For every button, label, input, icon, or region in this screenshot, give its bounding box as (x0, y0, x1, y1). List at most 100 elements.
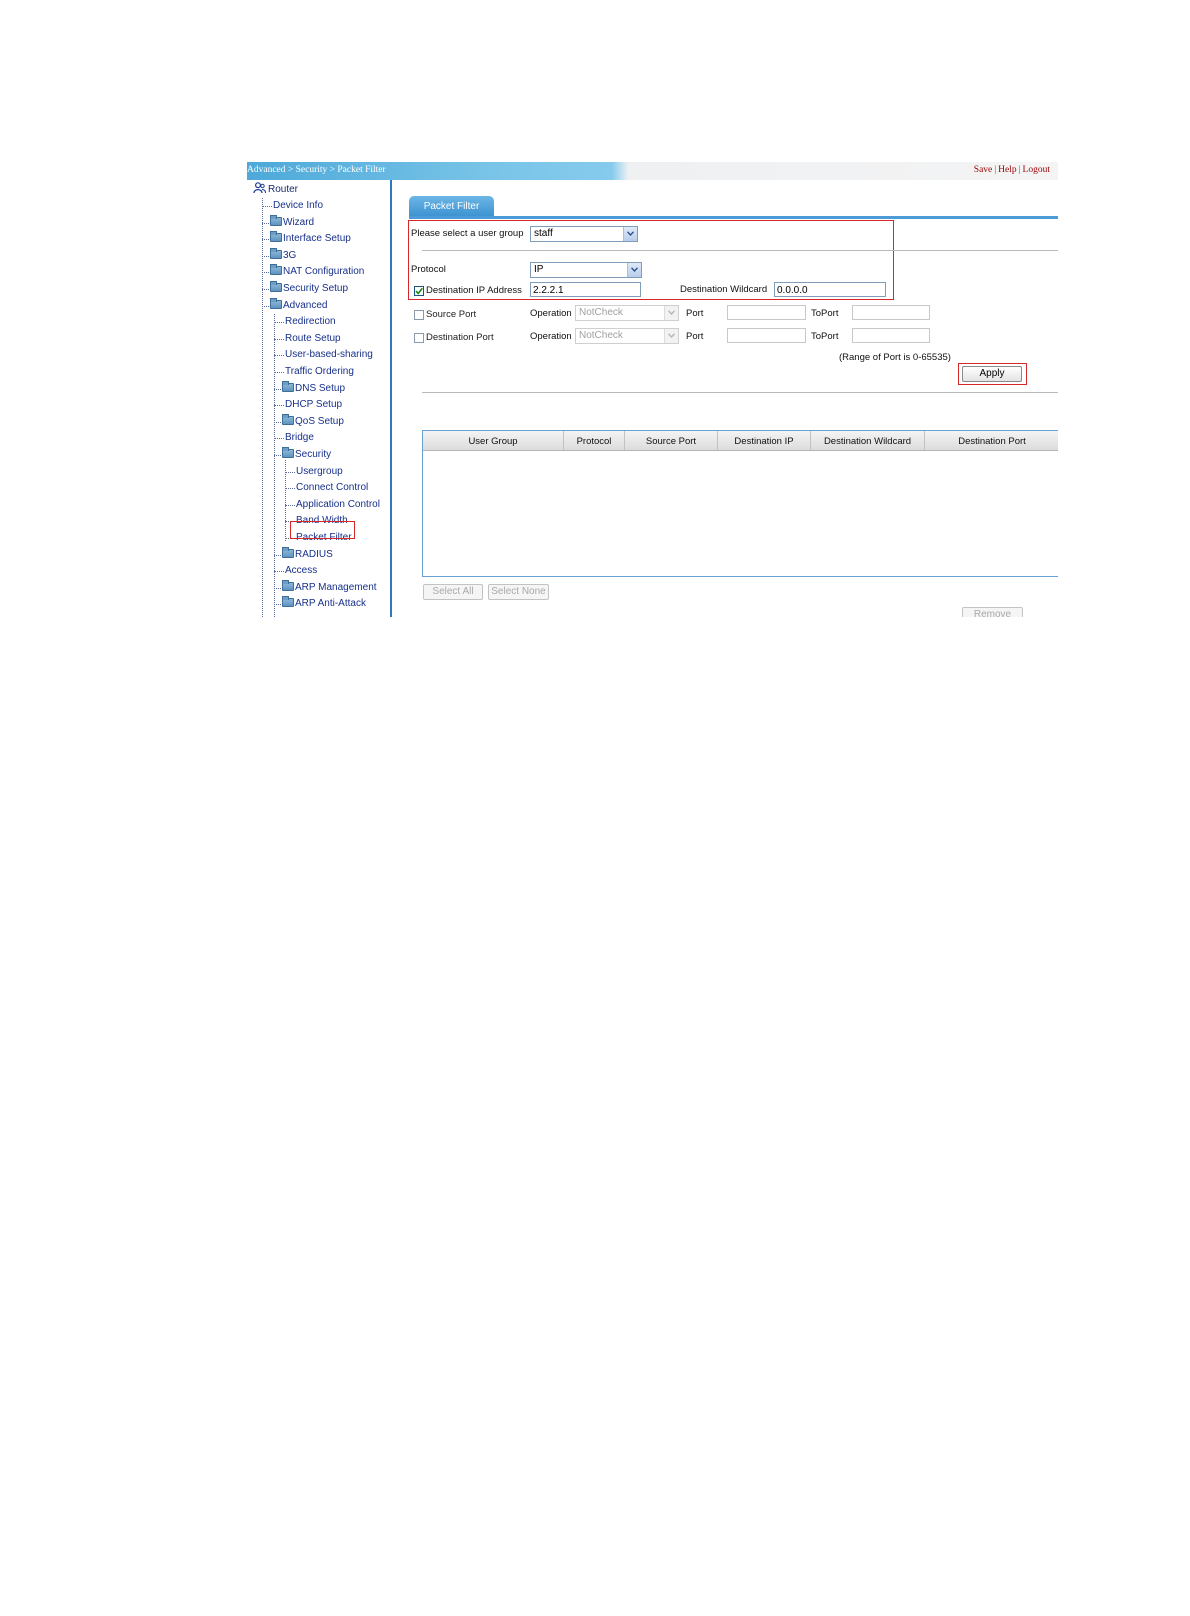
tree-branch-line (262, 239, 269, 241)
dest-port-checkbox[interactable] (414, 333, 424, 343)
protocol-select[interactable]: IP (530, 262, 642, 278)
save-link[interactable]: Save (974, 165, 992, 175)
sidebar-item-interface-setup[interactable]: Interface Setup (262, 231, 351, 246)
tree-connector (262, 198, 263, 617)
apply-button[interactable]: Apply (962, 366, 1022, 382)
tree-branch-line (285, 504, 295, 506)
sidebar-item-route-setup[interactable]: Route Setup (274, 332, 341, 346)
sidebar-item-redirection[interactable]: Redirection (274, 315, 336, 329)
sidebar-item-dhcp-setup[interactable]: DHCP Setup (274, 398, 343, 412)
source-port-checkbox[interactable] (414, 310, 424, 320)
sidebar-item-security-setup[interactable]: Security Setup (262, 281, 348, 296)
main-panel: Packet Filter Please select a user group… (392, 180, 1058, 617)
sidebar-item-nat-configuration[interactable]: NAT Configuration (262, 264, 365, 279)
tree-branch-line (262, 289, 269, 290)
source-operation-value: NotCheck (579, 307, 623, 318)
folder-icon (282, 579, 294, 591)
col-user-group: User Group (423, 431, 564, 450)
checkmark-icon (415, 287, 423, 295)
help-link[interactable]: Help (998, 165, 1016, 175)
protocol-label: Protocol (411, 264, 446, 275)
dest-operation-select[interactable]: NotCheck (575, 328, 679, 344)
sidebar-nav-tree: Router Device Info Wizard Interface Setup 3… (247, 180, 392, 617)
tree-branch-line (262, 272, 269, 274)
tree-branch-line (262, 305, 269, 307)
tree-branch-line (274, 571, 284, 573)
chevron-down-icon (664, 329, 678, 343)
folder-icon (282, 546, 294, 558)
divider (422, 392, 1058, 393)
tree-branch-line (285, 488, 295, 490)
tab-packet-filter[interactable]: Packet Filter (409, 196, 494, 216)
folder-icon (282, 596, 294, 608)
tree-branch-line (274, 322, 284, 324)
table-header: User Group Protocol Source Port Destinat… (423, 431, 1058, 451)
remove-button[interactable]: Remove (962, 607, 1023, 617)
sidebar-item-application-control[interactable]: Application Control (285, 498, 380, 512)
chevron-down-icon (664, 306, 678, 320)
sidebar-item-label: RADIUS (295, 548, 333, 560)
dest-ip-input[interactable]: 2.2.2.1 (530, 282, 641, 297)
logout-link[interactable]: Logout (1023, 165, 1050, 175)
folder-icon (270, 297, 282, 309)
tree-branch-line (274, 587, 281, 589)
tree-branch-line (262, 222, 269, 224)
port-range-note: (Range of Port is 0-65535) (839, 352, 951, 363)
sidebar-item-security[interactable]: Security (274, 447, 332, 462)
folder-icon (282, 380, 294, 392)
chevron-down-icon (627, 263, 641, 277)
sidebar-item-radius[interactable]: RADIUS (274, 546, 333, 562)
tree-branch-line (274, 421, 281, 423)
sidebar-item-label: QoS Setup (295, 415, 344, 427)
sidebar-item-advanced[interactable]: Advanced (262, 297, 327, 313)
rules-table: User Group Protocol Source Port Destinat… (422, 430, 1058, 577)
sidebar-item-label: NAT Configuration (283, 266, 365, 278)
select-none-button[interactable]: Select None (488, 584, 549, 600)
sidebar-item-wizard[interactable]: Wizard (262, 214, 315, 230)
tree-branch-line (285, 471, 295, 473)
col-destination-wildcard: Destination Wildcard (811, 431, 925, 450)
folder-icon (270, 231, 282, 243)
tree-branch-line (274, 372, 284, 373)
sidebar-item-label: Wizard (283, 216, 315, 228)
dest-wildcard-input[interactable]: 0.0.0.0 (774, 282, 886, 297)
sidebar-item-dns-setup[interactable]: DNS Setup (274, 380, 345, 396)
col-source-port: Source Port (625, 431, 718, 450)
source-port-to-input[interactable] (852, 305, 930, 320)
sidebar-item-traffic-ordering[interactable]: Traffic Ordering (274, 365, 354, 379)
tree-branch-line (262, 206, 272, 207)
source-port-from-input[interactable] (727, 305, 806, 320)
tree-root-router[interactable]: Router (253, 182, 298, 195)
sidebar-item-arp-anti-attack[interactable]: ARP Anti-Attack (274, 596, 366, 611)
sidebar-item-label: Security (295, 449, 332, 460)
source-port-label: Source Port (426, 309, 477, 320)
tab-underline (409, 216, 1058, 219)
sidebar-item-3g[interactable]: 3G (262, 247, 296, 263)
dest-port-label: Destination Port (426, 332, 494, 343)
chevron-down-icon (623, 227, 637, 241)
dest-port-from-input[interactable] (727, 328, 806, 343)
port-label: Port (686, 331, 704, 342)
sidebar-item-connect-control[interactable]: Connect Control (285, 481, 368, 495)
toport-label: ToPort (811, 308, 839, 319)
sidebar-item-user-based-sharing[interactable]: User-based-sharing (274, 348, 373, 362)
users-icon (253, 182, 266, 194)
sidebar-item-device-info[interactable]: Device Info (262, 199, 323, 213)
router-web-ui-screenshot: Advanced > Security > Packet Filter Save… (247, 162, 1058, 617)
sidebar-item-qos-setup[interactable]: QoS Setup (274, 413, 344, 429)
sidebar-item-bridge[interactable]: Bridge (274, 431, 314, 445)
tree-branch-line (262, 255, 269, 257)
dest-port-to-input[interactable] (852, 328, 930, 343)
sidebar-item-label: ARP Anti-Attack (295, 598, 366, 610)
sidebar-item-arp-management[interactable]: ARP Management (274, 579, 377, 595)
dest-ip-checkbox[interactable] (414, 286, 424, 296)
sidebar-item-access[interactable]: Access (274, 564, 317, 578)
select-all-button[interactable]: Select All (423, 584, 483, 600)
sidebar-item-usergroup[interactable]: Usergroup (285, 465, 343, 479)
top-bar: Advanced > Security > Packet Filter Save… (247, 162, 1058, 180)
user-group-select[interactable]: staff (530, 226, 638, 242)
divider (422, 250, 1058, 251)
sidebar-item-label: DHCP Setup (285, 399, 343, 411)
source-operation-select[interactable]: NotCheck (575, 305, 679, 321)
protocol-select-value: IP (534, 264, 544, 275)
